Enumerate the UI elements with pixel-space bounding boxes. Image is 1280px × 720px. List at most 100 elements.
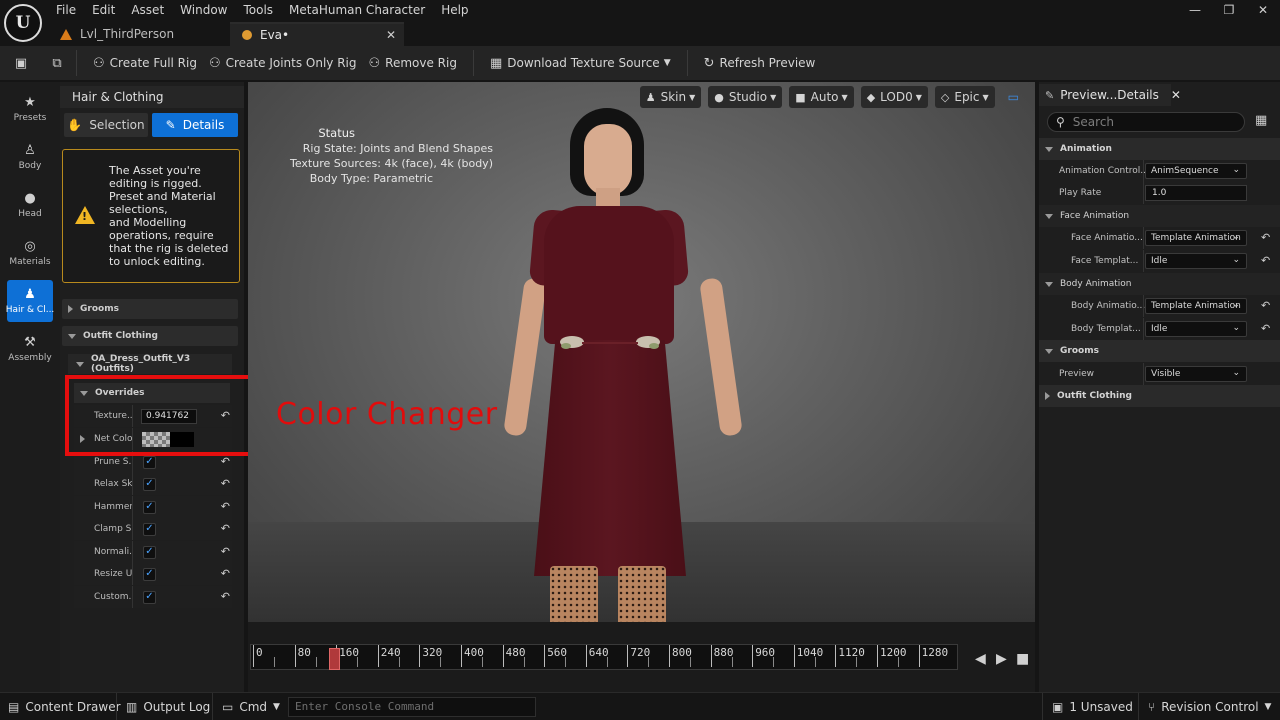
tick-line <box>585 645 587 667</box>
custom-checkbox[interactable]: ✓ <box>143 590 156 604</box>
reset-arrow-icon[interactable]: ↶ <box>221 522 230 535</box>
lod-dropdown[interactable]: ◆ LOD0 ▼ <box>860 86 928 108</box>
menu-edit[interactable]: Edit <box>84 0 123 20</box>
stop-icon[interactable]: ■ <box>1016 651 1029 667</box>
tick-line <box>918 645 920 667</box>
restore-button[interactable]: ❐ <box>1212 0 1246 20</box>
reset-arrow-icon[interactable]: ↶ <box>221 500 230 513</box>
preview-details-tab[interactable]: ✎ Preview...Details ✕ <box>1039 84 1181 106</box>
outfit-clothing-section-header[interactable]: Outfit Clothing <box>62 326 238 346</box>
character-viewport[interactable]: ♟ Skin ▼ ● Studio ▼ ■ Auto ▼ ◆ LOD0 ▼ ◇ Epic ▼ ▭ S… <box>248 82 1035 622</box>
face-animation-header[interactable]: Face Animation <box>1039 205 1280 227</box>
studio-dropdown[interactable]: ● Studio ▼ <box>708 86 783 108</box>
menu-asset[interactable]: Asset <box>123 0 172 20</box>
outfit-clothing-section-header[interactable]: Outfit Clothing <box>1039 385 1280 407</box>
mode-hair-clothing[interactable]: ♟ Hair & Cl... <box>6 280 54 322</box>
details-tab-button[interactable]: ✎ Details <box>152 113 238 137</box>
play-icon[interactable]: ▶ <box>996 651 1007 667</box>
menu-help[interactable]: Help <box>433 0 476 20</box>
mode-head[interactable]: ● Head <box>7 184 53 226</box>
selection-tab-button[interactable]: ✋ Selection <box>64 113 148 137</box>
normalize-checkbox[interactable]: ✓ <box>143 545 156 559</box>
tab-label: Eva• <box>260 28 290 42</box>
prune-checkbox[interactable]: ✓ <box>143 455 156 469</box>
output-log-button[interactable]: ▥ Output Log <box>126 693 210 720</box>
body-template-row: Body Templat... Idle ⌄ ↶ <box>1039 318 1280 340</box>
mode-body[interactable]: ♙ Body <box>7 136 53 178</box>
body-template-dropdown[interactable]: Idle ⌄ <box>1145 321 1247 337</box>
cmd-dropdown[interactable]: ▭ Cmd ▼ <box>222 693 280 720</box>
close-tab-icon[interactable]: ✕ <box>1171 88 1181 102</box>
minimize-button[interactable]: — <box>1178 0 1212 20</box>
refresh-preview-button[interactable]: ↻ Refresh Preview <box>698 48 822 78</box>
save-icon[interactable]: ▣ <box>12 54 30 72</box>
property-label: Animation Control... <box>1059 166 1145 176</box>
reset-arrow-icon[interactable]: ↶ <box>1261 299 1270 312</box>
reset-arrow-icon[interactable]: ↶ <box>221 477 230 490</box>
resize-checkbox[interactable]: ✓ <box>143 567 156 581</box>
level-icon <box>60 28 72 40</box>
content-drawer-button[interactable]: ▤ Content Drawer <box>8 693 121 720</box>
browse-asset-icon[interactable]: ⧉ <box>48 54 66 72</box>
section-label: Face Animation <box>1060 211 1130 221</box>
tab-lvl-thirdperson[interactable]: Lvl_ThirdPerson <box>48 22 230 46</box>
camera-label: Auto <box>810 90 839 104</box>
reset-arrow-icon[interactable]: ↶ <box>221 545 230 558</box>
grooms-preview-dropdown[interactable]: Visible ⌄ <box>1145 366 1247 382</box>
reset-arrow-icon[interactable]: ↶ <box>221 455 230 468</box>
mode-materials[interactable]: ◎ Materials <box>7 232 53 274</box>
revision-control-button[interactable]: ⑂ Revision Control ▼ <box>1148 693 1271 720</box>
mode-presets[interactable]: ★ Presets <box>7 88 53 130</box>
resize-property-row: Resize U... ✓ ↶ <box>74 563 232 585</box>
viewport-layout-icon[interactable]: ▭ <box>1002 86 1025 108</box>
hammer-checkbox[interactable]: ✓ <box>143 500 156 514</box>
reset-arrow-icon[interactable]: ↶ <box>1261 231 1270 244</box>
menu-window[interactable]: Window <box>172 0 235 20</box>
dropdown-value: Template Animation <box>1151 301 1241 311</box>
body-animation-dropdown[interactable]: Template Animation ⌄ <box>1145 298 1247 314</box>
unsaved-button[interactable]: ▣ 1 Unsaved <box>1052 693 1133 720</box>
reset-arrow-icon[interactable]: ↶ <box>1261 322 1270 335</box>
dress-skirt <box>534 340 686 576</box>
tick-line <box>669 645 670 667</box>
face-animation-dropdown[interactable]: Template Animation ⌄ <box>1145 230 1247 246</box>
grooms-section-header[interactable]: Grooms <box>1039 340 1280 362</box>
chevron-down-icon: ▼ <box>770 92 777 102</box>
close-tab-icon[interactable]: ✕ <box>386 28 396 42</box>
quality-dropdown[interactable]: ◇ Epic ▼ <box>934 86 995 108</box>
timeline-playhead[interactable] <box>329 648 340 670</box>
grooms-section-header[interactable]: Grooms <box>62 299 238 319</box>
mode-assembly[interactable]: ⚒ Assembly <box>7 328 53 370</box>
remove-rig-button[interactable]: ⚇ Remove Rig <box>363 48 463 78</box>
console-command-input[interactable]: Enter Console Command <box>288 697 536 717</box>
step-back-icon[interactable]: ◀ <box>975 651 986 667</box>
tab-eva[interactable]: Eva• ✕ <box>230 22 404 46</box>
animation-section-header[interactable]: Animation <box>1039 138 1280 160</box>
create-full-rig-button[interactable]: ⚇ Create Full Rig <box>87 48 203 78</box>
star-icon: ★ <box>24 94 36 110</box>
property-label: Body Templat... <box>1071 324 1141 334</box>
menu-metahuman-character[interactable]: MetaHuman Character <box>281 0 433 20</box>
unreal-logo-icon[interactable]: U <box>4 4 42 42</box>
details-search-input[interactable]: ⚲ Search <box>1047 112 1245 132</box>
play-rate-field[interactable]: 1.0 <box>1145 185 1247 201</box>
body-animation-header[interactable]: Body Animation <box>1039 273 1280 295</box>
clamp-checkbox[interactable]: ✓ <box>143 522 156 536</box>
skin-dropdown[interactable]: ♟ Skin ▼ <box>639 86 702 108</box>
close-window-button[interactable]: ✕ <box>1246 0 1280 20</box>
reset-arrow-icon[interactable]: ↶ <box>221 567 230 580</box>
timeline-track[interactable]: 1280 1200 1120 1040 960 880 800 720 640 560 480 400… <box>250 644 958 670</box>
tick-label: 880 <box>713 646 734 659</box>
grid-view-icon[interactable]: ▦ <box>1255 113 1271 129</box>
face-template-dropdown[interactable]: Idle ⌄ <box>1145 253 1247 269</box>
camera-dropdown[interactable]: ■ Auto ▼ <box>789 86 854 108</box>
create-joints-only-rig-button[interactable]: ⚇ Create Joints Only Rig <box>203 48 363 78</box>
reset-arrow-icon[interactable]: ↶ <box>1261 254 1270 267</box>
menu-tools[interactable]: Tools <box>235 0 281 20</box>
outfit-asset-header[interactable]: OA_Dress_Outfit_V3 (Outfits) <box>68 354 232 374</box>
download-texture-source-button[interactable]: ▦ Download Texture Source ▼ <box>484 48 677 78</box>
animation-control-dropdown[interactable]: AnimSequence ⌄ <box>1145 163 1247 179</box>
reset-arrow-icon[interactable]: ↶ <box>221 590 230 603</box>
menu-file[interactable]: File <box>48 0 84 20</box>
relax-checkbox[interactable]: ✓ <box>143 477 156 491</box>
